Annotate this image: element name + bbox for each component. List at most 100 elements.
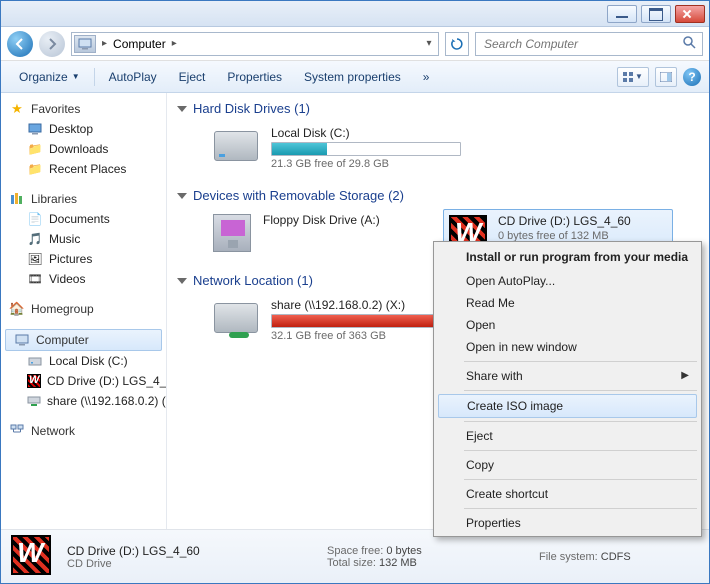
search-input[interactable] [482, 36, 682, 52]
section-header[interactable]: Hard Disk Drives (1) [177, 101, 699, 116]
cd-icon [11, 535, 55, 579]
hdd-section: Hard Disk Drives (1) Local Disk (C:) 21.… [177, 101, 699, 174]
homegroup-icon: 🏠 [9, 301, 25, 317]
pictures-icon: 🖼 [27, 251, 43, 267]
menu-share-with[interactable]: Share with▶ [436, 365, 699, 387]
back-button[interactable] [7, 31, 33, 57]
menu-copy[interactable]: Copy [436, 454, 699, 476]
search-box[interactable] [475, 32, 703, 56]
menu-open-autoplay[interactable]: Open AutoPlay... [436, 270, 699, 292]
computer-icon [14, 332, 30, 348]
toolbar: Organize▼ AutoPlay Eject Properties Syst… [1, 61, 709, 93]
nav-item-local-disk[interactable]: Local Disk (C:) [1, 351, 166, 371]
details-pane: CD Drive (D:) LGS_4_60 CD Drive Space fr… [1, 529, 709, 583]
menu-create-iso[interactable]: Create ISO image [438, 394, 697, 418]
autoplay-button[interactable]: AutoPlay [99, 66, 167, 88]
computer-icon [74, 35, 96, 53]
nav-pane: ★Favorites Desktop 📁Downloads 📁Recent Pl… [1, 93, 167, 529]
nav-item-network-share[interactable]: share (\\192.168.0.2) (X:) [1, 391, 166, 411]
section-header[interactable]: Devices with Removable Storage (2) [177, 188, 699, 203]
nav-item-downloads[interactable]: 📁Downloads [1, 139, 166, 159]
chevron-right-icon: ▸ [98, 38, 111, 49]
folder-icon: 📁 [27, 141, 43, 157]
drive-icon [27, 353, 43, 369]
properties-button[interactable]: Properties [217, 66, 292, 88]
submenu-arrow-icon: ▶ [681, 370, 689, 381]
menu-read-me[interactable]: Read Me [436, 292, 699, 314]
network-drive-icon [211, 298, 261, 338]
separator [464, 361, 697, 362]
collapse-icon [177, 193, 187, 199]
libraries-icon [9, 191, 25, 207]
drive-name: Local Disk (C:) [271, 126, 461, 140]
nav-item-recent[interactable]: 📁Recent Places [1, 159, 166, 179]
close-button[interactable] [675, 5, 705, 23]
minimize-button[interactable] [607, 5, 637, 23]
separator [464, 450, 697, 451]
drive-name: CD Drive (D:) LGS_4_60 [498, 214, 668, 228]
search-icon [682, 35, 696, 52]
menu-eject[interactable]: Eject [436, 425, 699, 447]
collapse-icon [177, 278, 187, 284]
libraries-header[interactable]: Libraries [1, 189, 166, 209]
hdd-icon [211, 126, 261, 166]
desktop-icon [27, 121, 43, 137]
separator [464, 508, 697, 509]
menu-create-shortcut[interactable]: Create shortcut [436, 483, 699, 505]
separator [94, 68, 95, 86]
favorites-header[interactable]: ★Favorites [1, 99, 166, 119]
menu-open[interactable]: Open [436, 314, 699, 336]
titlebar [1, 1, 709, 27]
network-drive-icon [27, 393, 41, 409]
cd-icon [27, 373, 41, 389]
address-bar[interactable]: ▸ Computer ▸ ▾ [71, 32, 439, 56]
explorer-window: ▸ Computer ▸ ▾ Organize▼ AutoPlay Eject … [0, 0, 710, 584]
documents-icon: 📄 [27, 211, 43, 227]
help-button[interactable]: ? [683, 68, 701, 86]
separator [464, 390, 697, 391]
nav-item-music[interactable]: 🎵Music [1, 229, 166, 249]
drive-floppy[interactable]: Floppy Disk Drive (A:) [207, 209, 437, 259]
details-space: Space free: 0 bytes Total size: 132 MB [327, 545, 527, 569]
refresh-button[interactable] [445, 32, 469, 56]
details-type: CD Drive [67, 558, 315, 570]
drive-name: Floppy Disk Drive (A:) [263, 213, 433, 227]
path-segment[interactable]: Computer [113, 37, 166, 51]
chevron-down-icon: ▼ [72, 72, 80, 81]
context-menu: Install or run program from your media O… [433, 241, 702, 537]
maximize-button[interactable] [641, 5, 671, 23]
floppy-icon [211, 213, 253, 253]
computer-header[interactable]: Computer [5, 329, 162, 351]
drive-network-share[interactable]: share (\\192.168.0.2) (X:) 32.1 GB free … [207, 294, 465, 346]
drive-free-text: 21.3 GB free of 29.8 GB [271, 158, 461, 170]
capacity-bar [271, 142, 461, 156]
more-button[interactable]: » [413, 66, 440, 88]
context-menu-title: Install or run program from your media [436, 244, 699, 270]
organize-button[interactable]: Organize▼ [9, 66, 90, 88]
folder-icon: 📁 [27, 161, 43, 177]
nav-item-desktop[interactable]: Desktop [1, 119, 166, 139]
nav-item-pictures[interactable]: 🖼Pictures [1, 249, 166, 269]
view-mode-button[interactable]: ▼ [617, 67, 649, 87]
network-header[interactable]: Network [1, 421, 166, 441]
path-dropdown-icon[interactable]: ▾ [422, 38, 436, 49]
nav-item-videos[interactable]: 🎞Videos [1, 269, 166, 289]
separator [464, 479, 697, 480]
nav-item-documents[interactable]: 📄Documents [1, 209, 166, 229]
music-icon: 🎵 [27, 231, 43, 247]
menu-properties[interactable]: Properties [436, 512, 699, 534]
details-name: CD Drive (D:) LGS_4_60 [67, 544, 315, 558]
collapse-icon [177, 106, 187, 112]
system-properties-button[interactable]: System properties [294, 66, 411, 88]
homegroup-header[interactable]: 🏠Homegroup [1, 299, 166, 319]
nav-bar: ▸ Computer ▸ ▾ [1, 27, 709, 61]
preview-pane-button[interactable] [655, 67, 677, 87]
drive-local-disk[interactable]: Local Disk (C:) 21.3 GB free of 29.8 GB [207, 122, 465, 174]
nav-item-cd-drive[interactable]: CD Drive (D:) LGS_4_60 [1, 371, 166, 391]
forward-button[interactable] [39, 31, 65, 57]
details-filesystem: File system: CDFS [539, 551, 699, 563]
separator [464, 421, 697, 422]
eject-button[interactable]: Eject [169, 66, 216, 88]
videos-icon: 🎞 [27, 271, 43, 287]
menu-open-new-window[interactable]: Open in new window [436, 336, 699, 358]
